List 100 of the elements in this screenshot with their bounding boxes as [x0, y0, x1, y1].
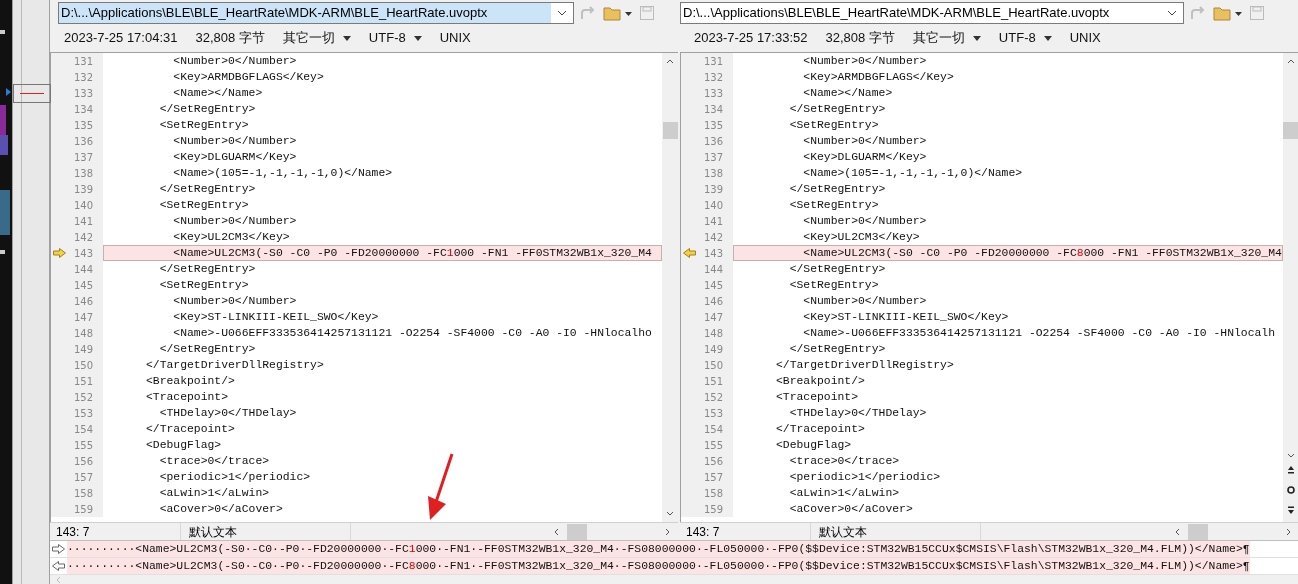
line-number: 157 [703, 470, 723, 485]
code-line: <SetRegEntry> [788, 198, 880, 213]
chevron-up-icon[interactable] [1286, 59, 1295, 64]
code-line: <Number>0</Number> [172, 54, 298, 69]
code-line: <THDelay>0</THDelay> [158, 406, 298, 421]
chevron-left-icon[interactable] [1174, 527, 1180, 536]
line-number: 154 [703, 422, 723, 437]
viewport-indicator[interactable] [13, 84, 51, 103]
code-line: </SetRegEntry> [158, 262, 257, 277]
previous-difference-icon[interactable] [1286, 466, 1295, 474]
line-number: 143 [703, 246, 723, 261]
filter-dropdown[interactable]: 其它一切 [912, 28, 981, 48]
code-line: <SetRegEntry> [788, 118, 880, 133]
line-number: 142 [73, 230, 93, 245]
code-line: <DebugFlag> [145, 438, 223, 453]
line-number: 140 [703, 198, 723, 213]
encoding-dropdown[interactable]: UTF-8 [998, 28, 1052, 48]
line-number: 151 [73, 374, 93, 389]
next-difference-icon[interactable] [1286, 506, 1295, 514]
line-number: 153 [73, 406, 93, 421]
timestamp: 2023-7-25 17:33:52 [694, 29, 808, 48]
code-line: <SetRegEntry> [158, 198, 250, 213]
horizontal-scrollbar[interactable] [50, 575, 1298, 584]
line-number: 155 [703, 438, 723, 453]
line-number: 137 [73, 150, 93, 165]
code-line: <Name>-U066EFF333536414257131121 -O2254 -SF4000 -C0 -A0 -I0 -HNlocalho [172, 326, 653, 341]
encoding-dropdown[interactable]: UTF-8 [368, 28, 422, 48]
code-line: <periodic>1</periodic> [788, 470, 942, 485]
code-line: <Name>(105=-1,-1,-1,-1,0)</Name> [172, 166, 394, 181]
folder-icon[interactable] [1213, 5, 1243, 21]
line-number: 140 [73, 198, 93, 213]
code-line: <Tracepoint> [775, 390, 860, 405]
line-number: 137 [703, 150, 723, 165]
code-line: <aLwin>1</aLwin> [788, 486, 901, 501]
line-number: 132 [73, 70, 93, 85]
line-number: 131 [703, 54, 723, 69]
line-number: 134 [703, 102, 723, 117]
code-line: <Breakpoint/> [775, 374, 866, 389]
scrollbar-thumb[interactable] [662, 122, 678, 139]
caret-icon [972, 35, 981, 41]
line-number: 133 [703, 86, 723, 101]
code-line: <Key>ST-LINKIII-KEIL_SWO</Key> [172, 310, 380, 325]
line-number: 159 [703, 502, 723, 517]
chevron-down-icon[interactable] [1167, 10, 1177, 16]
line-number: 142 [703, 230, 723, 245]
chevron-down-icon[interactable] [557, 10, 567, 16]
path-field[interactable]: D:\...\Applications\BLE\BLE_HeartRate\MDK-ARM\BLE_HeartRate.uvoptx [58, 2, 574, 24]
cursor-position: 143: 7 [55, 523, 91, 541]
filter-dropdown[interactable]: 其它一切 [282, 28, 351, 48]
line-number: 149 [703, 342, 723, 357]
line-number: 138 [73, 166, 93, 181]
chevron-left-icon[interactable] [554, 527, 559, 536]
code-line: <Number>0</Number> [172, 294, 298, 309]
code-line: <Number>0</Number> [802, 214, 928, 229]
path-field[interactable]: D:\...\Applications\BLE\BLE_HeartRate\MDK-ARM\BLE_HeartRate.uvoptx [680, 2, 1184, 24]
line-number: 136 [73, 134, 93, 149]
left-arrow-icon [683, 248, 696, 258]
line-number: 157 [73, 470, 93, 485]
line-number: 150 [703, 358, 723, 373]
line-number: 141 [703, 214, 723, 229]
code-line: <Key>UL2CM3</Key> [802, 230, 921, 245]
line-number: 147 [73, 310, 93, 325]
chevron-down-icon[interactable] [666, 511, 674, 516]
chevron-up-icon[interactable] [666, 59, 674, 64]
code-line: </Tracepoint> [775, 422, 866, 437]
line-number: 132 [703, 70, 723, 85]
line-number: 135 [703, 118, 723, 133]
cursor-position: 143: 7 [685, 523, 721, 541]
scrollbar-thumb[interactable] [1187, 523, 1208, 540]
file-size: 32,808 字节 [195, 29, 265, 48]
code-line: <Breakpoint/> [145, 374, 236, 389]
code-line: <Key>ARMDBGFLAGS</Key> [802, 70, 955, 85]
line-number: 135 [73, 118, 93, 133]
line-number: 139 [73, 182, 93, 197]
chevron-down-icon[interactable] [1286, 453, 1295, 458]
chevron-right-icon[interactable] [1285, 527, 1291, 536]
line-number: 145 [73, 278, 93, 293]
code-line: </SetRegEntry> [158, 182, 257, 197]
folder-icon[interactable] [603, 5, 633, 21]
scrollbar-thumb[interactable] [567, 523, 587, 540]
line-number: 158 [73, 486, 93, 501]
line-number: 145 [703, 278, 723, 293]
line-number: 148 [73, 326, 93, 341]
code-line: <SetRegEntry> [158, 118, 250, 133]
line-number: 155 [73, 438, 93, 453]
line-number: 138 [703, 166, 723, 181]
code-line: <Name>-U066EFF333536414257131121 -O2254 -SF4000 -C0 -A0 -I0 -HNlocalh [802, 326, 1276, 341]
timestamp: 2023-7-25 17:04:31 [64, 29, 178, 48]
line-number: 159 [73, 502, 93, 517]
difference-marker [20, 93, 44, 94]
current-difference-icon[interactable] [1286, 486, 1295, 494]
line-number: 139 [703, 182, 723, 197]
line-number: 134 [73, 102, 93, 117]
code-line: <SetRegEntry> [158, 278, 250, 293]
line-number: 153 [703, 406, 723, 421]
code-line: </SetRegEntry> [788, 342, 887, 357]
line-number: 146 [703, 294, 723, 309]
chevron-right-icon[interactable] [665, 527, 670, 536]
scrollbar-thumb[interactable] [1283, 122, 1298, 139]
caret-icon [413, 35, 422, 41]
